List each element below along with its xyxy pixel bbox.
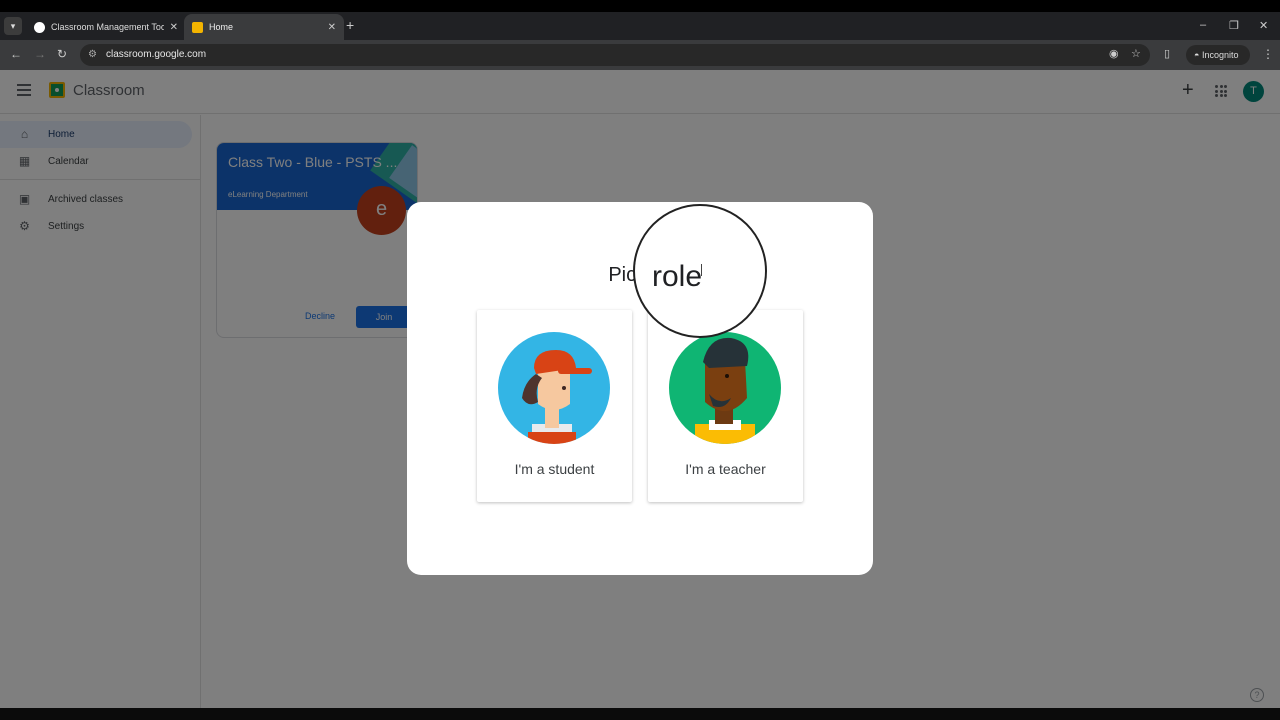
tab-title: Classroom Management Tools	[51, 22, 164, 32]
site-info-icon[interactable]: ⚙	[88, 44, 97, 66]
side-panel-icon[interactable]: ▯	[1164, 47, 1170, 60]
classroom-favicon-icon	[192, 21, 203, 33]
restore-button[interactable]: ❐	[1229, 19, 1239, 32]
incognito-icon: ◓	[1194, 50, 1202, 60]
student-illustration-icon	[498, 332, 610, 444]
google-icon	[34, 21, 45, 33]
incognito-indicator[interactable]: ◓ Incognito	[1186, 45, 1250, 65]
bookmark-star-icon[interactable]: ☆	[1131, 47, 1141, 60]
tab-strip: ▾ Classroom Management Tools ✕ Home ✕ + …	[0, 12, 1280, 40]
toolbar: ← → ↻ ⚙ classroom.google.com ◉ ☆ ▯ ◓ Inc…	[0, 40, 1280, 70]
magnified-text: role	[652, 260, 703, 293]
back-button[interactable]: ←	[10, 47, 22, 61]
address-bar[interactable]: ⚙ classroom.google.com	[80, 44, 1150, 66]
incognito-label: Incognito	[1201, 50, 1239, 60]
tab-title: Home	[209, 22, 234, 32]
student-role-label[interactable]: I'm a student	[477, 461, 632, 477]
student-role-card[interactable]: I'm a student	[477, 310, 632, 502]
close-tab-icon[interactable]: ✕	[170, 22, 178, 33]
minimize-button[interactable]: –	[1200, 19, 1206, 31]
teacher-role-card[interactable]: I'm a teacher	[648, 310, 803, 502]
browser-menu-button[interactable]: ⋮	[1262, 47, 1274, 61]
eye-slash-icon[interactable]: ◉	[1109, 47, 1119, 60]
reload-button[interactable]: ↻	[57, 47, 67, 61]
close-window-button[interactable]: ✕	[1259, 19, 1268, 32]
tab-search-button[interactable]: ▾	[4, 17, 22, 35]
taskbar	[0, 708, 1280, 720]
close-tab-icon[interactable]: ✕	[328, 22, 336, 33]
tab-classroom-management[interactable]: Classroom Management Tools ✕	[26, 14, 186, 40]
teacher-role-label[interactable]: I'm a teacher	[648, 461, 803, 477]
new-tab-button[interactable]: +	[346, 18, 354, 32]
browser-window: ▾ Classroom Management Tools ✕ Home ✕ + …	[0, 12, 1280, 708]
url-text: classroom.google.com	[106, 49, 207, 60]
forward-button[interactable]: →	[34, 47, 46, 61]
text-cursor-icon	[701, 264, 703, 276]
teacher-illustration-icon	[669, 332, 781, 444]
tab-home[interactable]: Home ✕	[184, 14, 344, 40]
zoom-magnifier: role	[633, 204, 767, 338]
